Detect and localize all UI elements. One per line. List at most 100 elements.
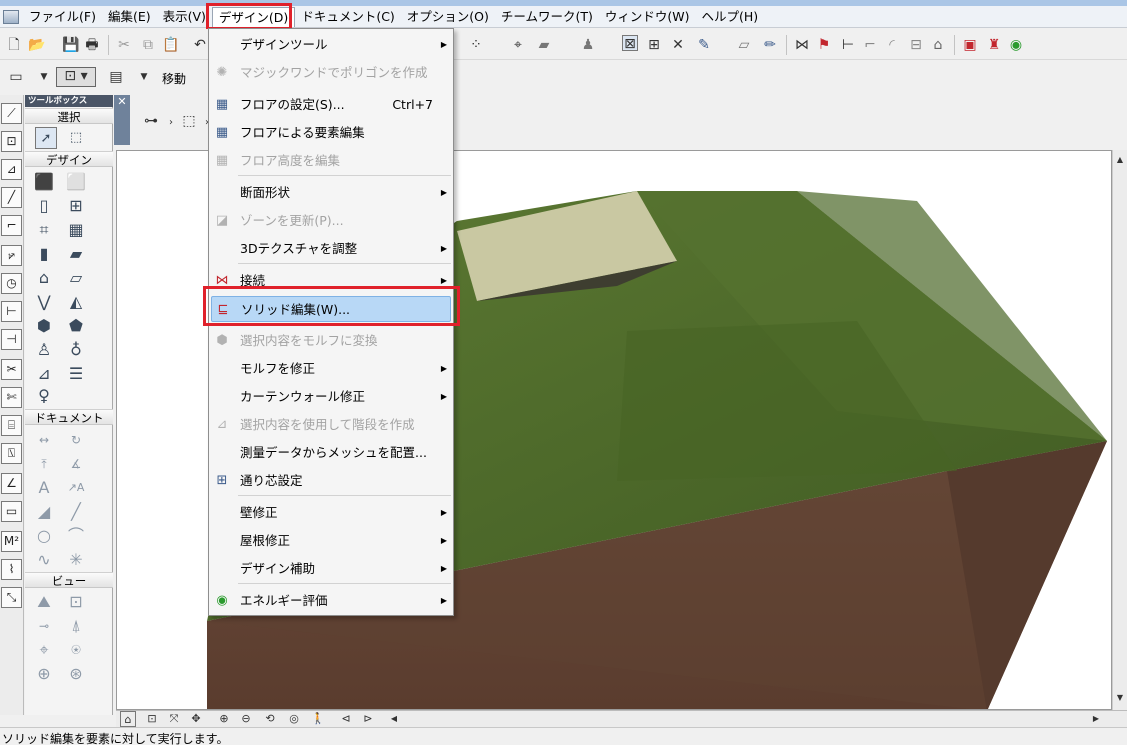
pencil-icon[interactable]: ✏ xyxy=(762,37,778,53)
light-icon[interactable]: ♀ xyxy=(33,385,55,407)
undo-icon[interactable]: ↶ xyxy=(192,37,208,53)
pin-icon[interactable]: ♟ xyxy=(580,37,596,53)
dimension-tool-icon[interactable]: ⊢ xyxy=(1,301,22,322)
radial-dimension-icon[interactable]: ↻ xyxy=(65,429,87,451)
layout-window-icon[interactable]: ▤ xyxy=(108,69,124,85)
level-dimension-icon[interactable]: ⤒ xyxy=(33,453,55,475)
copy-icon[interactable]: ⧉ xyxy=(140,37,156,53)
stamp-icon[interactable]: ♜ xyxy=(986,37,1002,53)
mesh-icon[interactable]: ◭ xyxy=(65,291,87,313)
polyline-tool-icon[interactable]: ⌐ xyxy=(1,215,22,236)
elevation-marker-icon[interactable]: ⍋ xyxy=(65,615,87,637)
chevron-down-icon[interactable]: ▼ xyxy=(136,69,152,85)
menu-item-3d-texture[interactable]: 3Dテクスチャを調整 ▶ xyxy=(211,236,451,262)
chair-icon[interactable]: ♙ xyxy=(33,339,55,361)
connect-icon[interactable]: ⋈ xyxy=(794,37,810,53)
rectangle-selection-icon[interactable]: ⬚ xyxy=(181,113,197,129)
railing-icon[interactable]: ☰ xyxy=(65,363,87,385)
scroll-left-icon[interactable]: ◀ xyxy=(386,711,402,727)
label-icon[interactable]: ↗A xyxy=(65,477,87,499)
menu-item-design-extras[interactable]: デザイン補助 ▶ xyxy=(211,556,451,582)
walk-icon[interactable]: 🚶 xyxy=(310,711,326,727)
guide-icon[interactable]: ⌖ xyxy=(510,37,526,53)
pen-set-icon[interactable]: ✎ xyxy=(696,37,712,53)
pipe-icon[interactable]: ▰ xyxy=(65,243,87,265)
fit-icon[interactable]: ⤧ xyxy=(166,711,182,727)
adjust-icon[interactable]: ⊢ xyxy=(840,37,856,53)
menu-item-grid-settings[interactable]: ⊞ 通り芯設定 xyxy=(211,468,451,494)
hotspot-icon[interactable]: ✳ xyxy=(65,549,87,571)
scroll-right-icon[interactable]: ▶ xyxy=(1088,711,1104,727)
camera-icon[interactable]: ⛰ xyxy=(33,591,55,613)
slab-icon[interactable]: ▱ xyxy=(65,267,87,289)
menu-item-modify-morph[interactable]: モルフを修正 ▶ xyxy=(211,356,451,382)
beam-icon[interactable]: ▮ xyxy=(33,243,55,265)
view-3d-icon[interactable]: ⌂ xyxy=(120,711,136,727)
menu-window[interactable]: ウィンドウ(W) xyxy=(599,7,696,27)
scroll-down-icon[interactable]: ▼ xyxy=(1113,690,1127,706)
window-icon[interactable]: ▭ xyxy=(8,69,24,85)
change-icon[interactable]: ⊕ xyxy=(33,663,55,685)
circle-icon[interactable]: ○ xyxy=(33,525,55,547)
menu-file[interactable]: ファイル(F) xyxy=(23,7,102,27)
zone-icon[interactable]: ⬟ xyxy=(65,315,87,337)
roof-icon[interactable]: ⌂ xyxy=(930,37,946,53)
column-tool-icon[interactable]: ⊡ xyxy=(1,131,22,152)
menu-item-create-stair[interactable]: ⊿ 選択内容を使用して階段を作成 xyxy=(211,412,451,438)
object-icon[interactable]: ⌗ xyxy=(33,219,55,241)
door-icon[interactable]: ▯ xyxy=(33,195,55,217)
hatch-tool-icon[interactable]: ⌇ xyxy=(1,559,22,580)
menu-item-design-tools[interactable]: デザインツール ▶ xyxy=(211,32,451,58)
roof-icon[interactable]: ⌂ xyxy=(33,267,55,289)
wall-tool-icon[interactable]: ⟋ xyxy=(1,103,22,124)
split-icon[interactable]: ⊟ xyxy=(908,37,924,53)
line-tool-icon[interactable]: ╱ xyxy=(1,187,22,208)
marquee-tool-icon[interactable]: ⬚ xyxy=(65,127,87,149)
scroll-up-icon[interactable]: ▲ xyxy=(1113,152,1127,168)
curtain-wall-icon[interactable]: ▦ xyxy=(65,219,87,241)
wall-icon[interactable]: ⬛ xyxy=(33,171,55,193)
zoom-window-icon[interactable]: ⊡ xyxy=(144,711,160,727)
orbit-icon[interactable]: ⟲ xyxy=(262,711,278,727)
split-tool-icon[interactable]: ✄ xyxy=(1,387,22,408)
paste-icon[interactable]: 📋 xyxy=(162,37,179,53)
shell-icon[interactable]: ⋁ xyxy=(33,291,55,313)
section-marker-icon[interactable]: ⊸ xyxy=(33,615,55,637)
app-icon[interactable] xyxy=(3,9,19,24)
chevron-right-icon[interactable]: › xyxy=(163,115,179,131)
figure-icon[interactable]: ⊛ xyxy=(65,663,87,685)
cut-icon[interactable]: ✂ xyxy=(116,37,132,53)
chevron-down-icon[interactable]: ▼ xyxy=(36,69,52,85)
menu-item-floor-settings[interactable]: ▦ フロアの設定(S)... Ctrl+7 xyxy=(211,92,451,118)
area-tool-icon[interactable]: M² xyxy=(1,531,22,552)
dimension-icon[interactable]: ⊞ xyxy=(646,37,662,53)
detail-icon[interactable]: ⌖ xyxy=(33,639,55,661)
ruler-tool-icon[interactable]: ▭ xyxy=(1,501,22,522)
fillet-icon[interactable]: ⌐ xyxy=(862,37,878,53)
layer-icon[interactable]: ▰ xyxy=(536,37,552,53)
angle-dimension-icon[interactable]: ∡ xyxy=(65,453,87,475)
print-icon[interactable]: 🖶 xyxy=(84,37,100,53)
previous-view-icon[interactable]: ⊲ xyxy=(338,711,354,727)
arrow-tool-icon[interactable]: ➚ xyxy=(35,127,57,149)
grid-snap-icon[interactable]: ⁘ xyxy=(468,37,484,53)
energy-icon[interactable]: ◉ xyxy=(1008,37,1024,53)
cut-tool-icon[interactable]: ✂ xyxy=(1,359,22,380)
pan-icon[interactable]: ✥ xyxy=(188,711,204,727)
line-icon[interactable]: ╱ xyxy=(65,501,87,523)
menu-item-edit-by-floor[interactable]: ▦ フロアによる要素編集 xyxy=(211,120,451,146)
menu-item-convert-to-morph[interactable]: ⬢ 選択内容をモルフに変換 xyxy=(211,328,451,354)
menu-item-energy-evaluation[interactable]: ◉ エネルギー評価 ▶ xyxy=(211,588,451,614)
stair-icon[interactable]: ⊿ xyxy=(33,363,55,385)
menu-teamwork[interactable]: チームワーク(T) xyxy=(495,7,599,27)
window-tool-icon[interactable]: ⊞ xyxy=(65,195,87,217)
menu-item-magic-wand[interactable]: ✺ マジックワンドでポリゴンを作成 xyxy=(211,60,451,86)
elevation-tool-icon[interactable]: ⍂ xyxy=(1,443,22,464)
drawing-icon[interactable]: ⊡ xyxy=(65,591,87,613)
spline-icon[interactable]: ∿ xyxy=(33,549,55,571)
coordinate-tool-icon[interactable]: ⤡ xyxy=(1,587,22,608)
column-icon[interactable]: ⬜ xyxy=(65,171,87,193)
menu-item-modify-roof[interactable]: 屋根修正 ▶ xyxy=(211,528,451,554)
angle-tool-icon[interactable]: ∠ xyxy=(1,473,22,494)
menu-item-section-shape[interactable]: 断面形状 ▶ xyxy=(211,180,451,206)
